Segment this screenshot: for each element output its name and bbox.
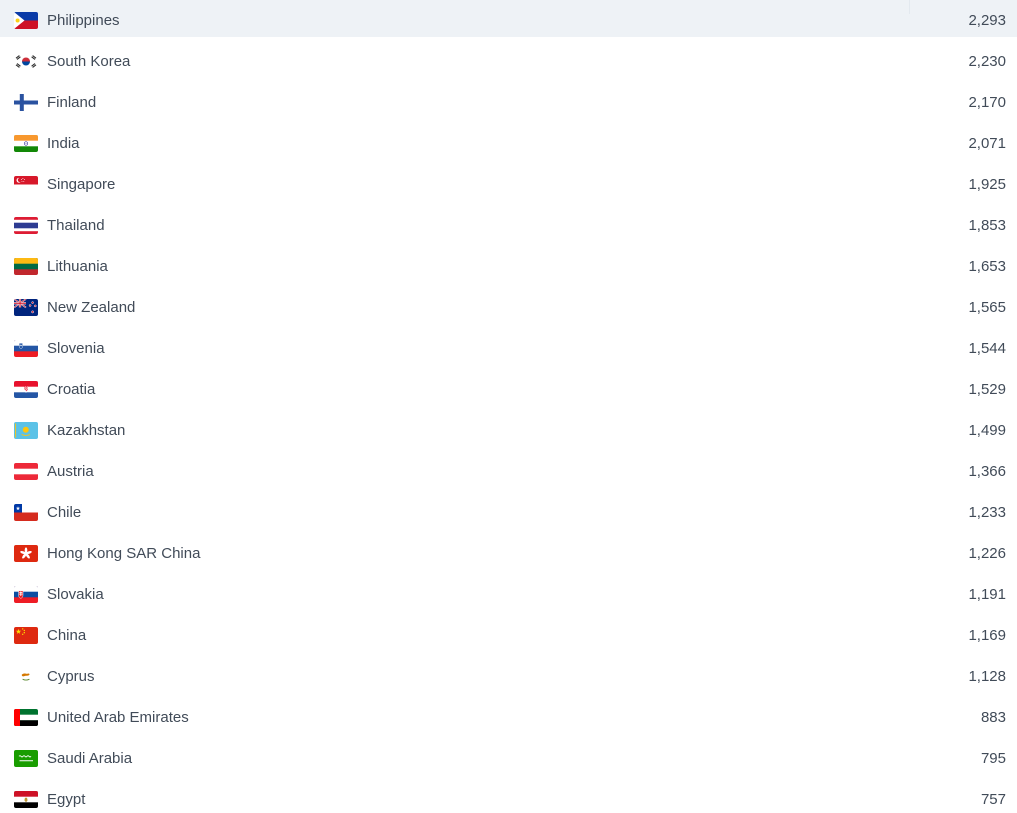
country-row-china[interactable]: China 1,169 xyxy=(0,615,1017,656)
philippines-flag-icon xyxy=(14,12,38,29)
country-row-south-korea[interactable]: South Korea 2,230 xyxy=(0,41,1017,82)
country-name: United Arab Emirates xyxy=(47,709,189,726)
country-name: Cyprus xyxy=(47,668,95,685)
country-name: Philippines xyxy=(47,12,120,29)
country-name: Slovenia xyxy=(47,340,105,357)
finland-flag-icon xyxy=(14,94,38,111)
country-value: 2,230 xyxy=(968,53,1006,70)
country-value: 1,653 xyxy=(968,258,1006,275)
country-row-philippines[interactable]: Philippines 2,293 xyxy=(0,0,1017,41)
country-row-new-zealand[interactable]: New Zealand 1,565 xyxy=(0,287,1017,328)
country-value: 757 xyxy=(980,791,1006,808)
country-row-chile[interactable]: Chile 1,233 xyxy=(0,492,1017,533)
country-row-thailand[interactable]: Thailand 1,853 xyxy=(0,205,1017,246)
country-value: 1,925 xyxy=(968,176,1006,193)
country-value: 1,529 xyxy=(968,381,1006,398)
country-value: 1,499 xyxy=(968,422,1006,439)
country-name: Lithuania xyxy=(47,258,108,275)
country-name: Thailand xyxy=(47,217,105,234)
kazakhstan-flag-icon xyxy=(14,422,38,439)
country-name: Slovakia xyxy=(47,586,104,603)
countries-list: Philippines 2,293 South Korea 2,230 Finl… xyxy=(0,0,1017,813)
croatia-flag-icon xyxy=(14,381,38,398)
country-row-slovenia[interactable]: Slovenia 1,544 xyxy=(0,328,1017,369)
country-row-lithuania[interactable]: Lithuania 1,653 xyxy=(0,246,1017,287)
india-flag-icon xyxy=(14,135,38,152)
hover-guide-line xyxy=(909,0,910,14)
country-row-egypt[interactable]: Egypt 757 xyxy=(0,779,1017,813)
country-row-finland[interactable]: Finland 2,170 xyxy=(0,82,1017,123)
egypt-flag-icon xyxy=(14,791,38,808)
country-row-austria[interactable]: Austria 1,366 xyxy=(0,451,1017,492)
country-value: 1,226 xyxy=(968,545,1006,562)
country-name: Egypt xyxy=(47,791,86,808)
singapore-flag-icon xyxy=(14,176,38,193)
slovenia-flag-icon xyxy=(14,340,38,357)
country-row-slovakia[interactable]: Slovakia 1,191 xyxy=(0,574,1017,615)
country-row-singapore[interactable]: Singapore 1,925 xyxy=(0,164,1017,205)
country-row-croatia[interactable]: Croatia 1,529 xyxy=(0,369,1017,410)
chile-flag-icon xyxy=(14,504,38,521)
country-name: New Zealand xyxy=(47,299,136,316)
country-row-india[interactable]: India 2,071 xyxy=(0,123,1017,164)
country-row-saudi-arabia[interactable]: Saudi Arabia 795 xyxy=(0,738,1017,779)
south-korea-flag-icon xyxy=(14,53,38,70)
country-value: 795 xyxy=(980,750,1006,767)
austria-flag-icon xyxy=(14,463,38,480)
united-arab-emirates-flag-icon xyxy=(14,709,38,726)
country-value: 883 xyxy=(980,709,1006,726)
country-value: 1,366 xyxy=(968,463,1006,480)
cyprus-flag-icon xyxy=(14,668,38,685)
country-name: Kazakhstan xyxy=(47,422,126,439)
country-row-united-arab-emirates[interactable]: United Arab Emirates 883 xyxy=(0,697,1017,738)
lithuania-flag-icon xyxy=(14,258,38,275)
country-value: 1,565 xyxy=(968,299,1006,316)
country-name: South Korea xyxy=(47,53,131,70)
china-flag-icon xyxy=(14,627,38,644)
country-name: Saudi Arabia xyxy=(47,750,133,767)
country-value: 1,853 xyxy=(968,217,1006,234)
country-name: Hong Kong SAR China xyxy=(47,545,201,562)
country-value: 2,170 xyxy=(968,94,1006,111)
country-value: 1,233 xyxy=(968,504,1006,521)
country-value: 1,191 xyxy=(968,586,1006,603)
country-row-cyprus[interactable]: Cyprus 1,128 xyxy=(0,656,1017,697)
country-name: Austria xyxy=(47,463,94,480)
country-row-kazakhstan[interactable]: Kazakhstan 1,499 xyxy=(0,410,1017,451)
thailand-flag-icon xyxy=(14,217,38,234)
hong-kong-flag-icon xyxy=(14,545,38,562)
country-value: 1,128 xyxy=(968,668,1006,685)
country-name: Croatia xyxy=(47,381,96,398)
saudi-arabia-flag-icon xyxy=(14,750,38,767)
country-value: 1,544 xyxy=(968,340,1006,357)
country-name: Finland xyxy=(47,94,97,111)
country-name: Chile xyxy=(47,504,82,521)
country-value: 2,071 xyxy=(968,135,1006,152)
slovakia-flag-icon xyxy=(14,586,38,603)
country-value: 1,169 xyxy=(968,627,1006,644)
country-name: China xyxy=(47,627,87,644)
country-name: Singapore xyxy=(47,176,116,193)
country-name: India xyxy=(47,135,80,152)
country-value: 2,293 xyxy=(968,12,1006,29)
new-zealand-flag-icon xyxy=(14,299,38,316)
country-row-hong-kong[interactable]: Hong Kong SAR China 1,226 xyxy=(0,533,1017,574)
